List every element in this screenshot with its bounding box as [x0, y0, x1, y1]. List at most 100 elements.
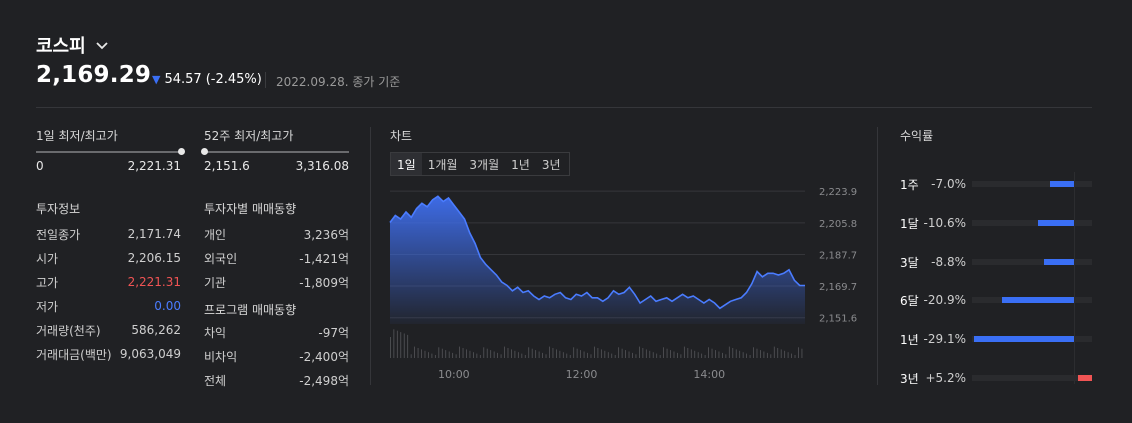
volume-bar	[396, 330, 398, 358]
year-range-label: 52주 최저/최고가	[204, 129, 294, 143]
investor-trend-row: 기관 -1,809억	[204, 270, 349, 294]
volume-bar	[528, 347, 530, 358]
volume-bar	[677, 352, 678, 358]
day-range-marker	[177, 148, 185, 155]
volume-bar	[680, 354, 682, 358]
volume-bar	[504, 346, 505, 358]
chevron-down-icon[interactable]	[94, 37, 110, 53]
volume-bar	[635, 354, 637, 358]
volume-bar	[773, 346, 775, 358]
section-divider	[370, 127, 371, 385]
volume-bar	[393, 329, 395, 358]
volume-bar	[659, 355, 661, 358]
day-range: 1일 최저/최고가 0 2,221.31	[36, 127, 185, 173]
volume-bar	[549, 346, 550, 358]
volume-bar	[507, 348, 509, 358]
volume-bar	[798, 347, 799, 358]
chart-tab[interactable]: 1년	[505, 153, 536, 175]
as-of-date: 2022.09.28. 종가 기준	[276, 75, 401, 89]
year-range-high: 3,316.08	[295, 159, 349, 173]
investor-trend: 투자자별 매매동향 개인 3,236억 외국인 -1,421억 기관 -1,809억 프로…	[204, 200, 349, 392]
volume-bar	[600, 349, 602, 358]
chart-tab[interactable]: 1일	[391, 153, 422, 175]
volume-bar	[438, 347, 440, 358]
return-bar	[1049, 181, 1074, 187]
return-bar-track	[972, 181, 1092, 187]
volume-bar	[479, 355, 481, 358]
intraday-chart: 2,223.9 2,205.8 2,187.7 2,169.7 2,151.6 10:00…	[389, 187, 857, 381]
investment-info-label: 저가	[36, 299, 59, 314]
year-range: 52주 최저/최고가 2,151.6 3,316.08	[200, 127, 349, 173]
change-percent: (-2.45%)	[205, 72, 262, 87]
returns-title: 수익률	[900, 129, 934, 143]
volume-bar	[414, 346, 416, 358]
return-bar-track	[972, 259, 1092, 265]
investor-trend-title: 투자자별 매매동향	[204, 202, 297, 216]
volume-bar	[611, 353, 613, 358]
investment-info-title: 투자정보	[36, 202, 81, 216]
y-tick-label: 2,187.7	[819, 251, 857, 262]
program-trend-value: -97억	[318, 325, 349, 340]
day-range-bar	[36, 148, 185, 155]
volume-bar	[452, 352, 454, 358]
volume-bar	[497, 352, 499, 358]
volume-bar	[483, 347, 485, 358]
program-trend-value: -2,400억	[299, 349, 349, 364]
chart-tab[interactable]: 3년	[536, 153, 567, 175]
volume-bar	[445, 350, 447, 358]
investment-info: 투자정보 전일종가 2,171.74 시가 2,206.15 고가 2,221.31 저가 0…	[36, 200, 181, 366]
program-trend-label: 전체	[204, 373, 227, 388]
year-range-bar	[200, 148, 349, 155]
investor-trend-label: 개인	[204, 227, 227, 242]
return-period: 1주	[900, 177, 919, 192]
return-bar-track	[972, 375, 1092, 381]
volume-bar	[670, 350, 671, 358]
volume-bar	[421, 349, 422, 358]
volume-bar	[580, 350, 582, 358]
volume-bar	[500, 354, 502, 358]
return-value: +5.2%	[925, 371, 966, 385]
y-tick-label: 2,205.8	[819, 219, 857, 230]
investment-info-row: 고가 2,221.31	[36, 270, 181, 294]
investor-trend-value: 3,236억	[303, 227, 349, 242]
volume-bar	[562, 352, 564, 358]
volume-bar	[618, 347, 620, 358]
volume-bar	[708, 347, 709, 358]
x-tick-label: 14:00	[693, 368, 725, 381]
investment-info-value: 2,206.15	[127, 251, 181, 265]
volume-bar	[531, 348, 533, 358]
return-bar-track	[972, 220, 1092, 226]
volume-bar	[403, 333, 405, 358]
volume-bar	[763, 351, 765, 358]
index-title[interactable]: 코스피	[36, 32, 110, 58]
volume-bar	[552, 348, 554, 358]
return-value: -7.0%	[931, 177, 966, 191]
volume-bar	[607, 352, 609, 358]
investment-info-label: 시가	[36, 251, 59, 266]
volume-bar	[742, 352, 744, 358]
volume-bar	[625, 350, 626, 358]
volume-bar	[538, 351, 540, 358]
program-trend-rows: 차익 -97억 비차익 -2,400억 전체 -2,498억	[204, 320, 349, 392]
chart-tab[interactable]: 3개월	[463, 153, 505, 175]
chart-period-tabs[interactable]: 1일 1개월 3개월 1년 3년	[390, 152, 570, 176]
x-tick-label: 10:00	[438, 368, 470, 381]
investor-trend-rows: 개인 3,236억외국인 -1,421억 기관 -1,809억	[204, 222, 349, 294]
return-bar	[974, 336, 1074, 342]
volume-bar	[407, 334, 409, 358]
volume-bar	[687, 348, 689, 358]
investor-trend-row: 외국인 -1,421억	[204, 246, 349, 270]
chart-tab[interactable]: 1개월	[422, 153, 464, 175]
program-trend-label: 차익	[204, 325, 227, 340]
investment-info-label: 거래량(천주)	[36, 323, 101, 338]
volume-bar	[801, 348, 803, 358]
current-price: 2,169.29	[36, 62, 152, 88]
volume-bar	[760, 350, 761, 358]
volume-bar	[694, 350, 696, 358]
volume-bar	[428, 352, 429, 358]
year-range-low: 2,151.6	[204, 159, 250, 173]
volume-bar	[739, 350, 741, 358]
return-period: 6달	[900, 293, 919, 308]
section-divider	[877, 127, 878, 385]
volume-bar	[569, 355, 571, 358]
